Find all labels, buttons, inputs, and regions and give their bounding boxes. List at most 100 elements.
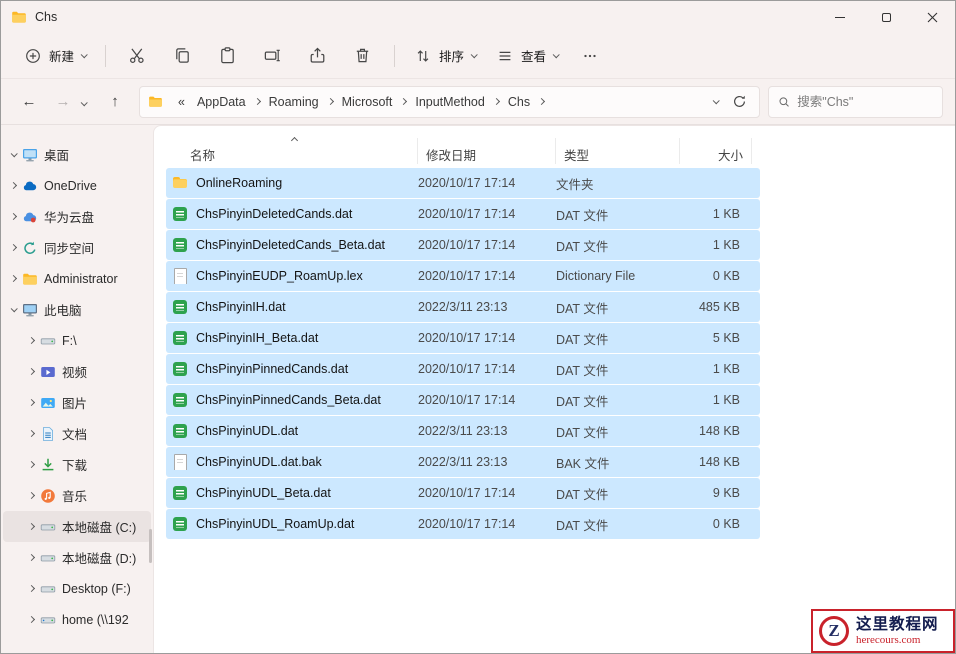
chevron-right-icon[interactable] [28,337,35,344]
file-row[interactable]: ChsPinyinPinnedCands.dat 2020/10/17 17:1… [166,354,760,384]
breadcrumb-item[interactable]: InputMethod [410,91,490,113]
file-size: 5 KB [680,331,746,345]
sidebar-item-local-disk-c[interactable]: 本地磁盘 (C:) [3,511,151,542]
sort-button[interactable]: 排序 [405,39,485,72]
search-icon [778,95,790,109]
sidebar-item-downloads[interactable]: 下载 [3,449,151,480]
command-toolbar: 新建 排序 查看 [1,33,955,79]
sidebar-item-desktop-drive-f[interactable]: Desktop (F:) [3,573,151,604]
close-button[interactable] [909,1,955,33]
rename-button[interactable] [251,39,294,72]
back-button[interactable]: ← [13,86,45,118]
sidebar-item-desktop[interactable]: 桌面 [3,139,151,170]
file-type: DAT 文件 [556,205,680,224]
file-size: 0 KB [680,269,746,283]
file-row[interactable]: ChsPinyinUDL.dat 2022/3/11 23:13 DAT 文件 … [166,416,760,446]
sidebar-item-label: 本地磁盘 (D:) [62,548,136,567]
sidebar-item-pictures[interactable]: 图片 [3,387,151,418]
chevron-down-icon[interactable] [11,150,18,157]
sidebar-item-label: 同步空间 [44,238,94,257]
sidebar-item-drive-f-root[interactable]: F:\ [3,325,151,356]
chevron-right-icon[interactable] [28,399,35,406]
sidebar-item-this-pc[interactable]: 此电脑 [3,294,151,325]
sidebar-item-documents[interactable]: 文档 [3,418,151,449]
music-icon [40,488,56,504]
sort-button-label: 排序 [439,46,464,65]
copy-icon [173,46,192,65]
paste-button[interactable] [206,39,249,72]
maximize-icon [882,13,891,22]
file-row[interactable]: ChsPinyinPinnedCands_Beta.dat 2020/10/17… [166,385,760,415]
search-input[interactable] [797,95,933,109]
chevron-down-icon[interactable] [11,305,18,312]
dat-file-icon [172,237,188,253]
breadcrumb-overflow[interactable]: « [173,91,190,113]
refresh-button[interactable] [732,94,747,109]
search-box[interactable] [768,86,943,118]
file-row[interactable]: ChsPinyinEUDP_RoamUp.lex 2020/10/17 17:1… [166,261,760,291]
breadcrumb[interactable]: « AppData Roaming Microsoft InputMethod … [139,86,760,118]
column-header-size[interactable]: 大小 [680,138,752,164]
file-list-pane: 名称 修改日期 类型 大小 OnlineRoaming 2020/10/17 1… [153,125,955,653]
file-row[interactable]: ChsPinyinUDL.dat.bak 2022/3/11 23:13 BAK… [166,447,760,477]
network-drive-icon [40,612,56,628]
sidebar-item-administrator[interactable]: Administrator [3,263,151,294]
history-dropdown-button[interactable] [81,95,97,109]
breadcrumb-item[interactable]: Roaming [264,91,324,113]
file-row[interactable]: ChsPinyinUDL_RoamUp.dat 2020/10/17 17:14… [166,509,760,539]
breadcrumb-item[interactable]: Microsoft [337,91,398,113]
sidebar-item-onedrive[interactable]: OneDrive [3,170,151,201]
file-row[interactable]: ChsPinyinDeletedCands.dat 2020/10/17 17:… [166,199,760,229]
file-row[interactable]: ChsPinyinIH.dat 2022/3/11 23:13 DAT 文件 4… [166,292,760,322]
share-icon [308,46,327,65]
chevron-right-icon[interactable] [28,430,35,437]
chevron-right-icon[interactable] [28,492,35,499]
chevron-right-icon [400,98,407,105]
delete-button[interactable] [341,39,384,72]
copy-button[interactable] [161,39,204,72]
column-header-name[interactable]: 名称 [166,138,418,164]
cut-button[interactable] [116,39,159,72]
forward-button[interactable]: → [47,86,79,118]
chevron-right-icon[interactable] [10,213,17,220]
view-button[interactable]: 查看 [487,39,567,72]
file-name: ChsPinyinEUDP_RoamUp.lex [196,269,363,283]
breadcrumb-item[interactable]: Chs [503,91,535,113]
file-size: 1 KB [680,393,746,407]
up-button[interactable]: ↑ [99,86,131,118]
file-icon [172,268,188,284]
breadcrumb-item[interactable]: AppData [192,91,251,113]
file-row[interactable]: ChsPinyinUDL_Beta.dat 2020/10/17 17:14 D… [166,478,760,508]
more-options-button[interactable] [569,40,611,72]
address-dropdown-button[interactable] [713,97,720,104]
chevron-right-icon[interactable] [10,182,17,189]
chevron-down-icon [81,99,88,106]
chevron-right-icon[interactable] [10,244,17,251]
dat-file-icon [172,392,188,408]
chevron-right-icon[interactable] [28,585,35,592]
new-button-label: 新建 [49,46,74,65]
new-button[interactable]: 新建 [15,39,95,72]
sidebar-item-local-disk-d[interactable]: 本地磁盘 (D:) [3,542,151,573]
chevron-right-icon[interactable] [28,461,35,468]
sidebar-item-videos[interactable]: 视频 [3,356,151,387]
sidebar-scrollbar[interactable] [149,529,152,563]
chevron-right-icon[interactable] [28,616,35,623]
file-row[interactable]: OnlineRoaming 2020/10/17 17:14 文件夹 [166,168,760,198]
sidebar-item-huawei-cloud[interactable]: 华为云盘 [3,201,151,232]
file-row[interactable]: ChsPinyinDeletedCands_Beta.dat 2020/10/1… [166,230,760,260]
maximize-button[interactable] [863,1,909,33]
chevron-right-icon[interactable] [28,554,35,561]
column-header-date-modified[interactable]: 修改日期 [418,138,556,164]
sidebar-item-network-home[interactable]: home (\\192 [3,604,151,635]
chevron-right-icon[interactable] [28,368,35,375]
share-button[interactable] [296,39,339,72]
column-header-type[interactable]: 类型 [556,138,680,164]
sidebar-item-music[interactable]: 音乐 [3,480,151,511]
watermark-logo: Z [819,616,849,646]
file-row[interactable]: ChsPinyinIH_Beta.dat 2020/10/17 17:14 DA… [166,323,760,353]
minimize-button[interactable] [817,1,863,33]
chevron-right-icon[interactable] [10,275,17,282]
sidebar-item-sync-space[interactable]: 同步空间 [3,232,151,263]
chevron-right-icon[interactable] [28,523,35,530]
